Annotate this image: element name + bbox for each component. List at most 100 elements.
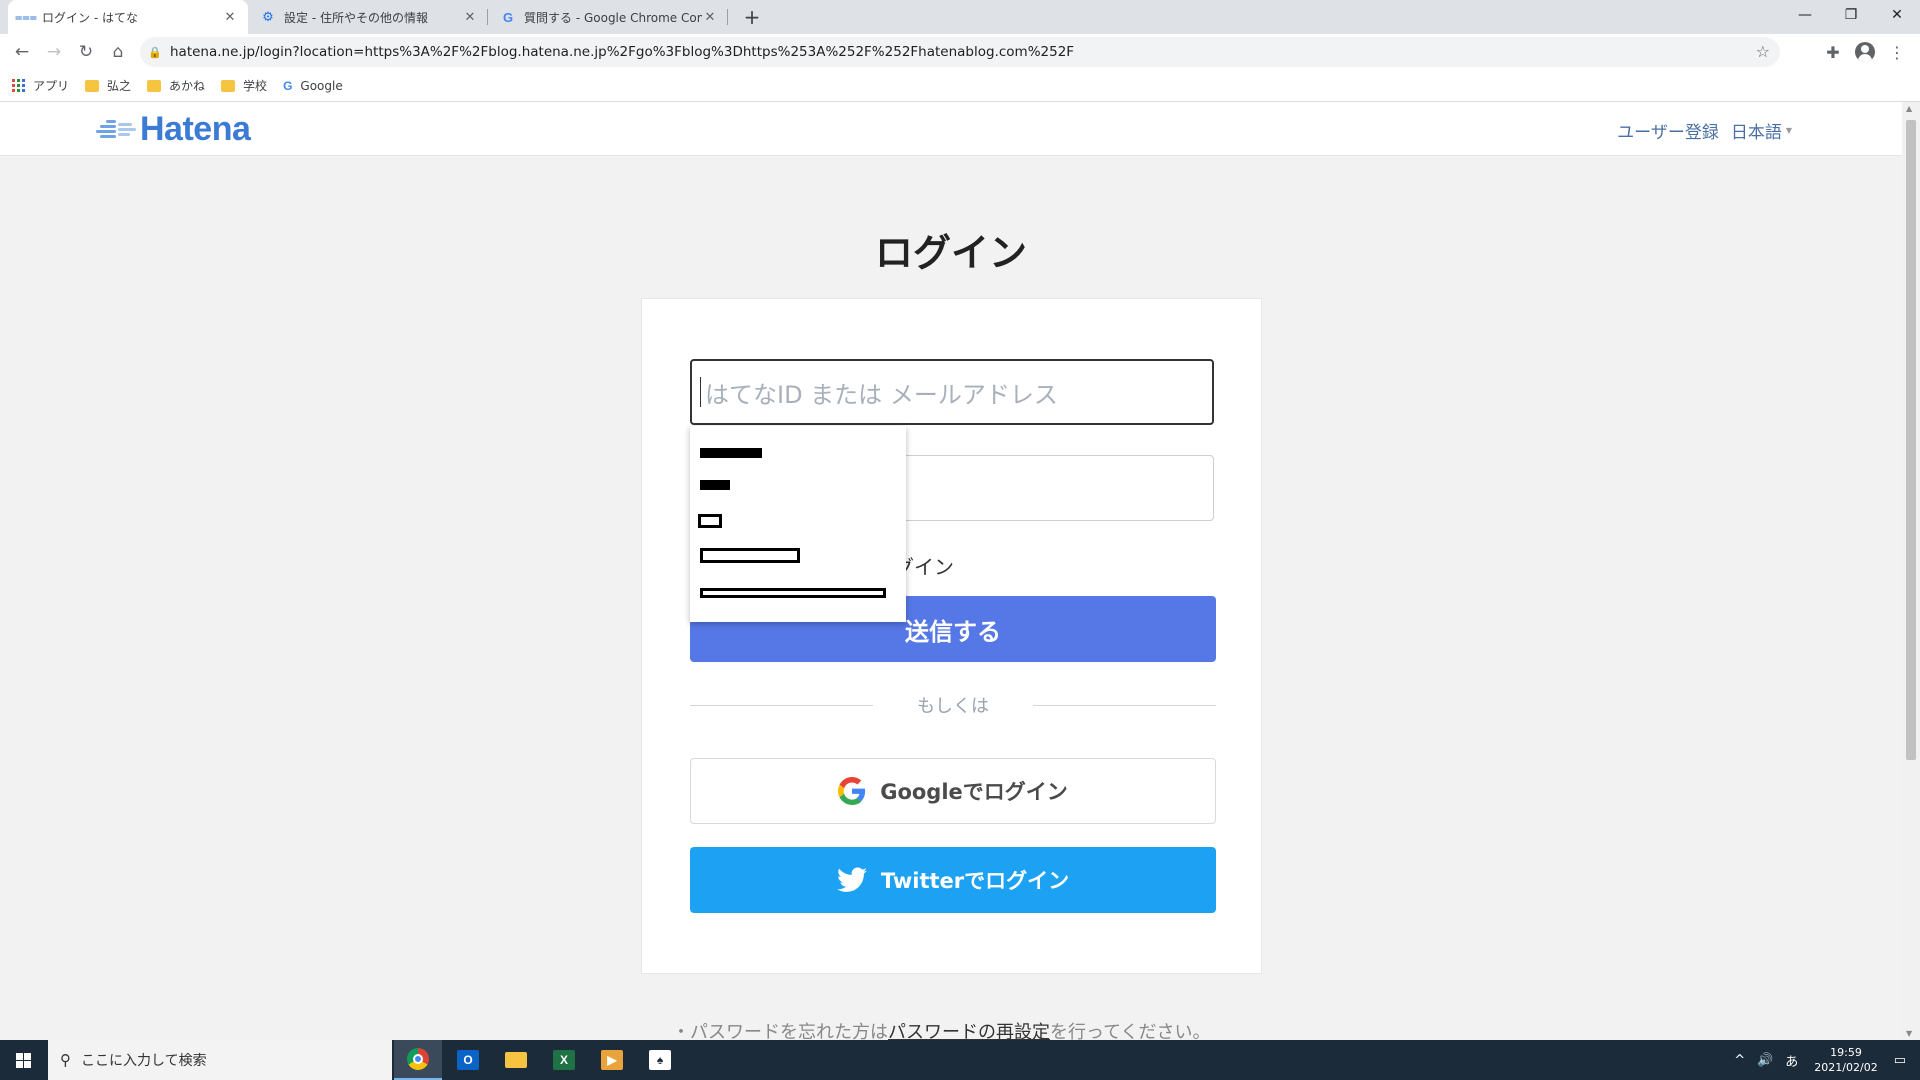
hatena-id-input[interactable]: はてなID または メールアドレス xyxy=(690,359,1214,425)
hatena-logo[interactable]: Hatena xyxy=(96,110,251,149)
bookmark-label: Google xyxy=(300,78,343,93)
tab-title: ログイン - はてな xyxy=(42,10,138,25)
tab-title: 質問する - Google Chrome Comm xyxy=(524,10,702,25)
tab-hatena-login[interactable]: ⩶ ログイン - はてな ✕ xyxy=(8,0,248,34)
taskbar-excel[interactable]: X xyxy=(540,1040,588,1080)
google-icon: G xyxy=(283,78,293,93)
close-tab-icon[interactable]: ✕ xyxy=(702,9,718,25)
apps-grid-icon xyxy=(12,79,25,92)
file-explorer-icon xyxy=(505,1052,527,1068)
back-button[interactable]: ← xyxy=(8,38,36,66)
folder-icon xyxy=(147,79,162,92)
autofill-dropdown[interactable] xyxy=(690,426,906,622)
outlook-icon: O xyxy=(457,1050,479,1070)
profile-avatar-icon[interactable] xyxy=(1852,39,1878,65)
clock[interactable]: 19:59 2021/02/02 xyxy=(1814,1045,1877,1075)
clock-date: 2021/02/02 xyxy=(1814,1061,1878,1074)
bookmark-apps[interactable]: アプリ xyxy=(12,77,69,94)
google-login-button[interactable]: Googleでログイン xyxy=(690,758,1216,824)
tab-separator xyxy=(727,9,728,25)
text-cursor xyxy=(700,377,701,407)
excel-icon: X xyxy=(553,1050,575,1070)
google-login-label: Googleでログイン xyxy=(880,780,1068,804)
input-placeholder: はてなID または メールアドレス xyxy=(705,380,1058,409)
autofill-suggestion-redacted[interactable] xyxy=(700,588,886,598)
bookmark-label: アプリ xyxy=(33,79,70,93)
language-selector[interactable]: 日本語 ▼ xyxy=(1731,118,1792,143)
solitaire-icon: ♠ xyxy=(649,1050,671,1070)
taskbar-media-player[interactable]: ▶ xyxy=(588,1040,636,1080)
bookmark-folder-school[interactable]: 学校 xyxy=(221,77,267,94)
menu-kebab-icon[interactable]: ⋮ xyxy=(1884,39,1910,65)
hatena-favicon-icon: ⩶ xyxy=(14,9,38,25)
bookmark-label: あかね xyxy=(169,79,206,93)
volume-icon[interactable]: 🔊 xyxy=(1757,1053,1773,1068)
minimize-button[interactable]: — xyxy=(1782,0,1828,30)
bookmark-folder-hiroyuki[interactable]: 弘之 xyxy=(85,77,131,94)
taskbar-outlook[interactable]: O xyxy=(444,1040,492,1080)
tab-settings[interactable]: ⚙ 設定 - 住所やその他の情報 ✕ xyxy=(250,0,488,34)
media-player-icon: ▶ xyxy=(601,1050,623,1070)
tab-chrome-community[interactable]: G 質問する - Google Chrome Comm ✕ xyxy=(490,0,728,34)
windows-taskbar: ⚲ ここに入力して検索 O X ▶ ♠ ^ 🔊 あ 19:59 2021/02/… xyxy=(0,1040,1920,1080)
page-scrollbar[interactable]: ▲ ▼ xyxy=(1902,102,1920,1040)
bookmarks-bar: アプリ 弘之 あかね 学校 G Google xyxy=(0,70,1920,102)
gear-icon: ⚙ xyxy=(262,9,274,25)
chrome-icon xyxy=(407,1048,429,1070)
new-tab-button[interactable]: + xyxy=(738,4,766,30)
autofill-suggestion-redacted[interactable] xyxy=(700,448,762,458)
search-placeholder: ここに入力して検索 xyxy=(81,1053,207,1069)
clock-time: 19:59 xyxy=(1830,1046,1862,1059)
start-button[interactable] xyxy=(0,1040,46,1080)
taskbar-search[interactable]: ⚲ ここに入力して検索 xyxy=(48,1040,392,1080)
chevron-down-icon: ▼ xyxy=(1785,126,1792,135)
forward-button[interactable]: → xyxy=(40,38,68,66)
autofill-suggestion-redacted[interactable] xyxy=(698,514,722,528)
site-header: Hatena ユーザー登録 日本語 ▼ xyxy=(0,102,1902,156)
taskbar-chrome[interactable] xyxy=(394,1040,442,1080)
folder-icon xyxy=(221,79,236,92)
show-hidden-icons-icon[interactable]: ^ xyxy=(1734,1053,1745,1068)
hatena-logo-mark-icon xyxy=(96,119,136,138)
autofill-suggestion-redacted[interactable] xyxy=(700,548,800,563)
scrollbar-thumb[interactable] xyxy=(1906,120,1916,760)
login-card: はてなID または メールアドレス グイン 送信する もしくは Googleでロ… xyxy=(641,298,1262,974)
folder-icon xyxy=(85,79,100,92)
close-tab-icon[interactable]: ✕ xyxy=(222,9,238,25)
reload-button[interactable]: ↻ xyxy=(72,38,100,66)
scroll-down-icon[interactable]: ▼ xyxy=(1906,1029,1912,1038)
taskbar-solitaire[interactable]: ♠ xyxy=(636,1040,684,1080)
bookmark-google[interactable]: G Google xyxy=(283,79,343,93)
ime-indicator[interactable]: あ xyxy=(1785,1051,1798,1070)
register-link[interactable]: ユーザー登録 xyxy=(1617,118,1719,143)
twitter-login-button[interactable]: Twitterでログイン xyxy=(690,847,1216,913)
tab-separator xyxy=(487,9,488,25)
notifications-icon[interactable]: ▭ xyxy=(1894,1053,1906,1068)
tab-title: 設定 - 住所やその他の情報 xyxy=(284,10,428,25)
lock-icon[interactable]: 🔒 xyxy=(140,46,170,59)
twitter-login-label: Twitterでログイン xyxy=(880,869,1070,893)
logo-text: Hatena xyxy=(140,110,251,148)
home-button[interactable]: ⌂ xyxy=(104,38,132,66)
google-g-icon xyxy=(838,777,866,805)
search-icon: ⚲ xyxy=(60,1051,71,1069)
browser-toolbar: ← → ↻ ⌂ 🔒 hatena.ne.jp/login?location=ht… xyxy=(0,34,1920,70)
address-bar[interactable]: 🔒 hatena.ne.jp/login?location=https%3A%2… xyxy=(140,37,1780,67)
taskbar-file-explorer[interactable] xyxy=(492,1040,540,1080)
bookmark-star-icon[interactable]: ☆ xyxy=(1756,42,1770,61)
scroll-up-icon[interactable]: ▲ xyxy=(1906,104,1912,113)
windows-logo-icon xyxy=(15,1052,31,1068)
twitter-bird-icon xyxy=(836,867,867,892)
divider-text: もしくは xyxy=(917,696,989,717)
language-label: 日本語 xyxy=(1730,123,1782,143)
bookmark-folder-akane[interactable]: あかね xyxy=(147,77,205,94)
restore-button[interactable]: ❐ xyxy=(1828,0,1874,30)
url-text: hatena.ne.jp/login?location=https%3A%2F%… xyxy=(170,44,1075,60)
autofill-suggestion-redacted[interactable] xyxy=(700,480,730,490)
page-title: ログイン xyxy=(874,231,1027,275)
tab-strip: ⩶ ログイン - はてな ✕ ⚙ 設定 - 住所やその他の情報 ✕ G 質問する… xyxy=(0,0,1920,34)
close-tab-icon[interactable]: ✕ xyxy=(462,9,478,25)
extensions-puzzle-icon[interactable]: ✚ xyxy=(1820,39,1846,65)
close-window-button[interactable]: ✕ xyxy=(1874,0,1920,30)
system-tray: ^ 🔊 あ 19:59 2021/02/02 ▭ xyxy=(1728,1040,1920,1080)
